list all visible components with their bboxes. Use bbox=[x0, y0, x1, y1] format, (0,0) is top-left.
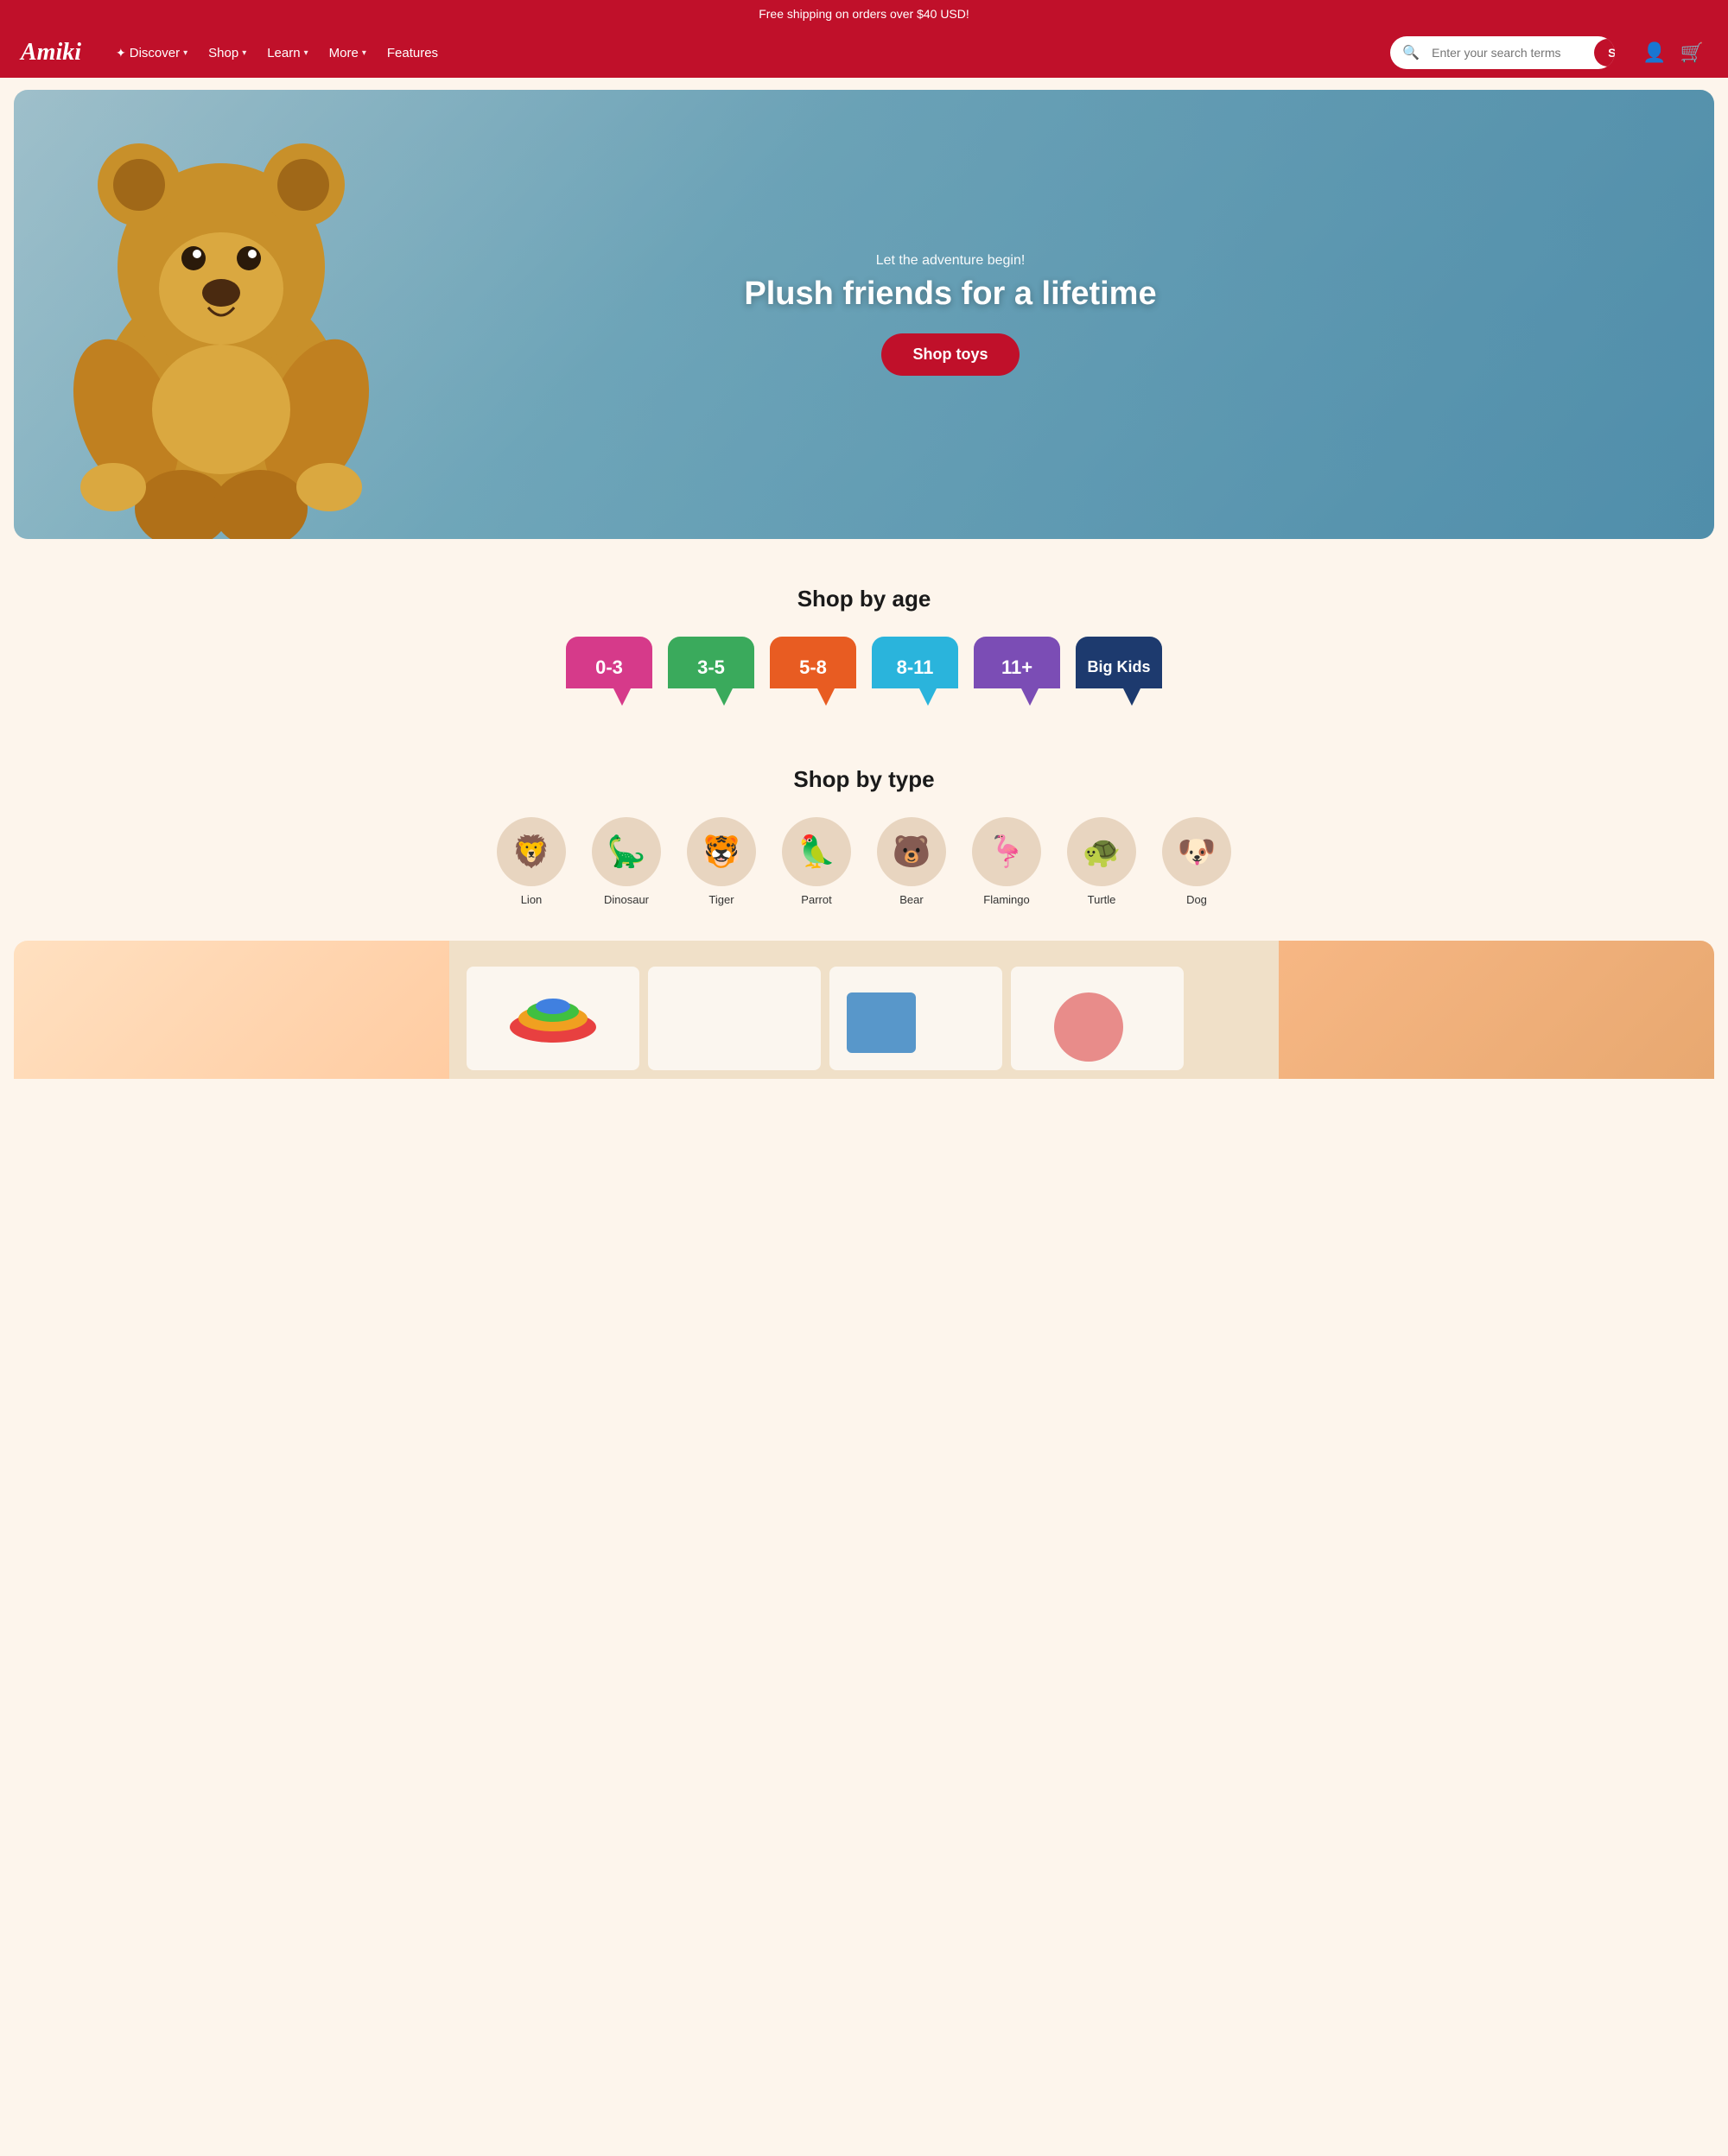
type-item-tiger[interactable]: 🐯 Tiger bbox=[683, 817, 760, 906]
top-banner: Free shipping on orders over $40 USD! bbox=[0, 0, 1728, 28]
lion-icon: 🦁 bbox=[497, 817, 566, 886]
sparkle-icon: ✦ bbox=[116, 46, 126, 60]
type-label-dinosaur: Dinosaur bbox=[604, 893, 649, 906]
type-item-dog[interactable]: 🐶 Dog bbox=[1158, 817, 1236, 906]
account-button[interactable]: 👤 bbox=[1639, 38, 1669, 67]
age-badge-11plus[interactable]: 11+ bbox=[974, 637, 1060, 706]
hero-content: Let the adventure begin! Plush friends f… bbox=[744, 253, 1156, 376]
chevron-down-icon: ▾ bbox=[304, 48, 308, 58]
age-badges-container: 0-3 3-5 5-8 8-11 11+ Big Kids bbox=[14, 637, 1714, 706]
age-badge-3-5[interactable]: 3-5 bbox=[668, 637, 754, 706]
type-grid: 🦁 Lion 🦕 Dinosaur 🐯 Tiger 🦜 Parrot 🐻 Bea… bbox=[14, 817, 1714, 923]
age-badge-big-kids[interactable]: Big Kids bbox=[1076, 637, 1162, 706]
nav-learn[interactable]: Learn ▾ bbox=[258, 41, 316, 66]
shop-by-type-title: Shop by type bbox=[14, 766, 1714, 793]
search-icon: 🔍 bbox=[1390, 37, 1428, 68]
type-label-bear: Bear bbox=[899, 893, 923, 906]
header-icons: 👤 🛒 bbox=[1639, 38, 1707, 67]
cart-button[interactable]: 🛒 bbox=[1677, 38, 1707, 67]
flamingo-icon: 🦩 bbox=[972, 817, 1041, 886]
type-item-lion[interactable]: 🦁 Lion bbox=[492, 817, 570, 906]
shop-by-age-section: Shop by age 0-3 3-5 5-8 8-11 11+ Big Kid… bbox=[0, 551, 1728, 732]
chevron-down-icon: ▾ bbox=[242, 48, 246, 58]
tiger-icon: 🐯 bbox=[687, 817, 756, 886]
turtle-icon: 🐢 bbox=[1067, 817, 1136, 886]
hero-bear-image bbox=[40, 124, 403, 539]
nav-shop[interactable]: Shop ▾ bbox=[200, 41, 255, 66]
bear-icon: 🐻 bbox=[877, 817, 946, 886]
shop-by-age-title: Shop by age bbox=[14, 586, 1714, 612]
cart-icon: 🛒 bbox=[1680, 41, 1704, 63]
age-badge-8-11[interactable]: 8-11 bbox=[872, 637, 958, 706]
nav-features[interactable]: Features bbox=[378, 41, 447, 66]
logo[interactable]: Amiki bbox=[21, 39, 81, 67]
hero-section: Let the adventure begin! Plush friends f… bbox=[14, 90, 1714, 539]
type-item-dinosaur[interactable]: 🦕 Dinosaur bbox=[588, 817, 665, 906]
type-label-tiger: Tiger bbox=[708, 893, 734, 906]
parrot-icon: 🦜 bbox=[782, 817, 851, 886]
type-item-bear[interactable]: 🐻 Bear bbox=[873, 817, 950, 906]
type-label-lion: Lion bbox=[521, 893, 543, 906]
type-label-dog: Dog bbox=[1186, 893, 1207, 906]
search-bar: 🔍 Search bbox=[1390, 36, 1615, 69]
dog-icon: 🐶 bbox=[1162, 817, 1231, 886]
nav-discover[interactable]: ✦ Discover ▾ bbox=[107, 41, 196, 66]
chevron-down-icon: ▾ bbox=[183, 48, 187, 58]
age-badge-5-8[interactable]: 5-8 bbox=[770, 637, 856, 706]
bottom-preview-section bbox=[14, 941, 1714, 1079]
age-badge-0-3[interactable]: 0-3 bbox=[566, 637, 652, 706]
type-item-turtle[interactable]: 🐢 Turtle bbox=[1063, 817, 1140, 906]
type-label-turtle: Turtle bbox=[1088, 893, 1116, 906]
search-input[interactable] bbox=[1428, 39, 1591, 67]
banner-text: Free shipping on orders over $40 USD! bbox=[759, 7, 969, 21]
hero-title: Plush friends for a lifetime bbox=[744, 276, 1156, 313]
hero-tagline: Let the adventure begin! bbox=[744, 253, 1156, 269]
type-label-flamingo: Flamingo bbox=[983, 893, 1029, 906]
search-button[interactable]: Search bbox=[1594, 39, 1615, 67]
shop-by-type-section: Shop by type 🦁 Lion 🦕 Dinosaur 🐯 Tiger 🦜… bbox=[0, 732, 1728, 941]
type-label-parrot: Parrot bbox=[801, 893, 831, 906]
shop-toys-button[interactable]: Shop toys bbox=[881, 333, 1019, 376]
type-item-parrot[interactable]: 🦜 Parrot bbox=[778, 817, 855, 906]
account-icon: 👤 bbox=[1642, 41, 1666, 63]
dinosaur-icon: 🦕 bbox=[592, 817, 661, 886]
chevron-down-icon: ▾ bbox=[362, 48, 366, 58]
nav-more[interactable]: More ▾ bbox=[321, 41, 375, 66]
type-item-flamingo[interactable]: 🦩 Flamingo bbox=[968, 817, 1045, 906]
header: Amiki ✦ Discover ▾ Shop ▾ Learn ▾ More ▾… bbox=[0, 28, 1728, 78]
main-nav: ✦ Discover ▾ Shop ▾ Learn ▾ More ▾ Featu… bbox=[107, 41, 1373, 66]
